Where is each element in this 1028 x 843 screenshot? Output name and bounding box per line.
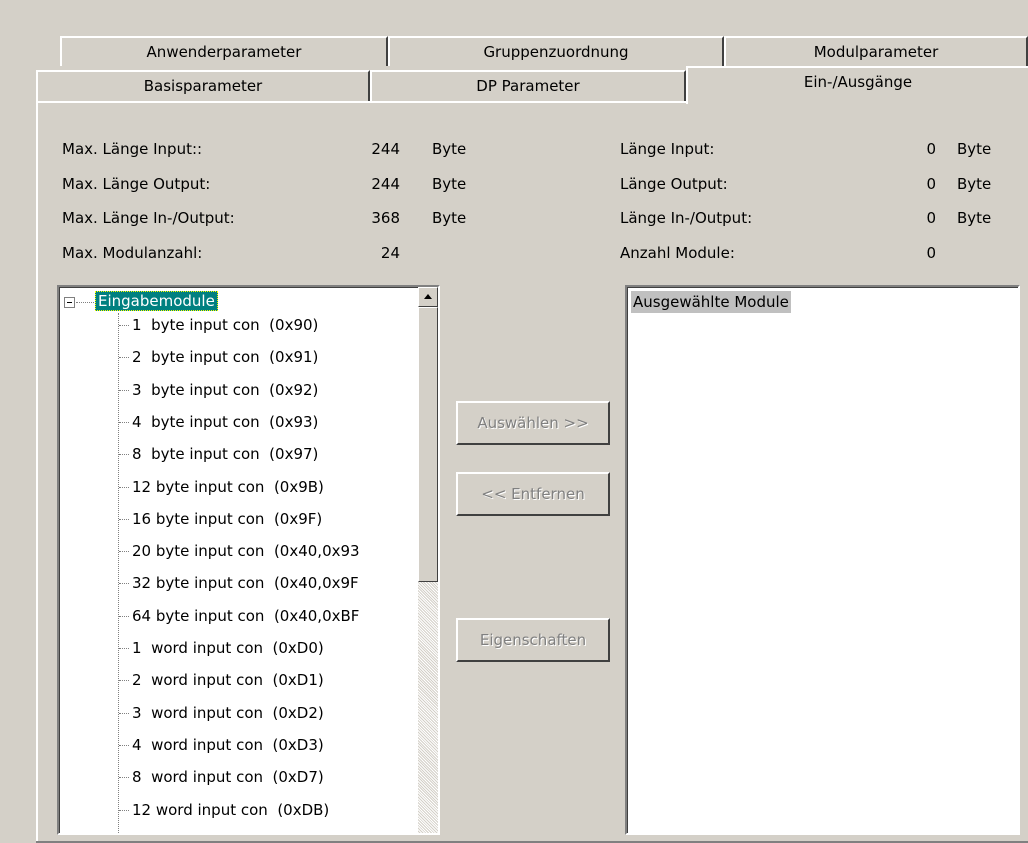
selected-modules-list[interactable]: Ausgewählte Module <box>625 285 1020 835</box>
tree-connector <box>119 744 129 746</box>
inout-length-label: Länge In-/Output: <box>620 209 753 227</box>
tree-item[interactable]: 8 word input con (0xD7) <box>132 766 324 788</box>
tree-connector <box>119 615 129 617</box>
max-output-value: 244 <box>371 175 400 193</box>
scroll-up-button[interactable] <box>418 287 438 307</box>
inout-length-unit: Byte <box>957 209 992 227</box>
arrow-up-icon <box>424 294 432 299</box>
tab-label: DP Parameter <box>476 77 580 95</box>
tree-item[interactable]: 2 byte input con (0x91) <box>132 346 318 368</box>
input-length-label: Länge Input: <box>620 140 715 158</box>
inout-length-value: 0 <box>926 209 936 227</box>
tab-gruppenzuordnung[interactable]: Gruppenzuordnung <box>388 36 724 66</box>
tree-connector <box>119 777 129 779</box>
tree-item[interactable]: 20 byte input con (0x40,0x93 <box>132 540 360 562</box>
tree-connector <box>76 302 94 303</box>
tree-item[interactable]: 12 word input con (0xDB) <box>132 799 329 821</box>
tree-connector <box>119 421 129 423</box>
tab-label: Anwenderparameter <box>146 43 302 61</box>
tree-item[interactable]: 1 word input con (0xD0) <box>132 637 324 659</box>
tree-item[interactable]: 16 byte input con (0x9F) <box>132 508 322 530</box>
tree-connector <box>119 648 129 649</box>
tree-connector <box>119 551 129 553</box>
tree-item[interactable]: 4 byte input con (0x93) <box>132 411 318 433</box>
max-output-unit: Byte <box>432 175 467 193</box>
tab-dp-parameter[interactable]: DP Parameter <box>370 70 686 101</box>
tree-connector <box>119 454 129 456</box>
max-input-value: 244 <box>371 140 400 158</box>
output-length-unit: Byte <box>957 175 992 193</box>
output-length-value: 0 <box>926 175 936 193</box>
tree-item[interactable]: 3 word input con (0xD2) <box>132 702 324 724</box>
properties-button[interactable]: Eigenschaften <box>456 618 610 662</box>
tree-scrollbar[interactable] <box>418 287 438 833</box>
tree-item[interactable]: 3 byte input con (0x92) <box>132 379 318 401</box>
input-length-unit: Byte <box>957 140 992 158</box>
tree-connector <box>119 325 129 326</box>
collapse-icon[interactable] <box>64 297 75 308</box>
max-modules-label: Max. Modulanzahl: <box>62 244 203 262</box>
tree-connector <box>119 680 129 682</box>
tab-label: Ein-/Ausgänge <box>803 73 913 91</box>
module-count-label: Anzahl Module: <box>620 244 735 262</box>
tree-connector <box>118 313 119 833</box>
tree-item[interactable]: 8 byte input con (0x97) <box>132 443 318 465</box>
tab-basisparameter[interactable]: Basisparameter <box>36 70 370 101</box>
max-inout-unit: Byte <box>432 209 467 227</box>
input-length-value: 0 <box>926 140 936 158</box>
tree-connector <box>119 389 129 391</box>
module-count-value: 0 <box>926 244 936 262</box>
max-input-unit: Byte <box>432 140 467 158</box>
tab-anwenderparameter[interactable]: Anwenderparameter <box>60 36 388 66</box>
tree-root-eingabemodule[interactable]: Eingabemodule <box>95 291 218 311</box>
tree-item[interactable]: 64 byte input con (0x40,0xBF <box>132 605 359 627</box>
tree-connector <box>119 712 129 714</box>
max-modules-value: 24 <box>380 244 400 262</box>
tab-modulparameter[interactable]: Modulparameter <box>724 36 1028 66</box>
tree-connector <box>119 583 129 585</box>
module-tree[interactable]: Eingabemodule 1 byte input con (0x90) 2 b… <box>57 285 440 835</box>
scroll-thumb[interactable] <box>418 307 438 582</box>
select-button[interactable]: Auswählen >> <box>456 401 610 445</box>
tree-item[interactable]: 12 byte input con (0x9B) <box>132 476 324 498</box>
tree-item[interactable]: 4 word input con (0xD3) <box>132 734 324 756</box>
max-input-label: Max. Länge Input:: <box>62 140 203 158</box>
tab-label: Basisparameter <box>143 77 263 95</box>
output-length-label: Länge Output: <box>620 175 728 193</box>
max-output-label: Max. Länge Output: <box>62 175 211 193</box>
tree-item[interactable]: 32 byte input con (0x40,0x9F <box>132 572 359 594</box>
max-inout-value: 368 <box>371 209 400 227</box>
selected-modules-header: Ausgewählte Module <box>631 291 791 313</box>
tree-connector <box>119 486 129 488</box>
tree-connector <box>119 518 129 520</box>
remove-button[interactable]: << Entfernen <box>456 472 610 516</box>
tab-ein-ausgaenge[interactable]: Ein-/Ausgänge <box>686 66 1028 104</box>
max-inout-label: Max. Länge In-/Output: <box>62 209 235 227</box>
tree-connector <box>119 809 129 811</box>
tree-item[interactable]: 2 word input con (0xD1) <box>132 669 324 691</box>
tree-connector <box>119 357 129 359</box>
tab-label: Modulparameter <box>813 43 939 61</box>
tab-label: Gruppenzuordnung <box>483 43 629 61</box>
tree-item[interactable]: 1 byte input con (0x90) <box>132 314 318 336</box>
